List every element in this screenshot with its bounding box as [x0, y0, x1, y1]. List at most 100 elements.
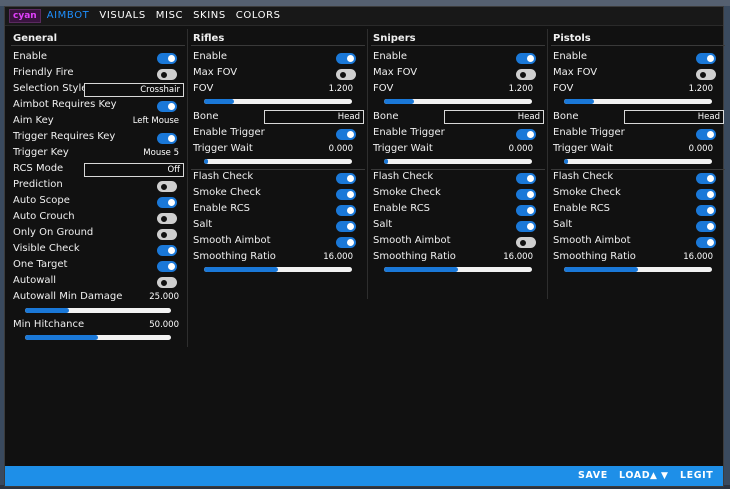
rifles-enable-toggle[interactable]: [336, 53, 356, 64]
one-target-label: One Target: [13, 259, 68, 270]
rifles-smoothing-ratio-slider[interactable]: [204, 267, 352, 272]
load-button[interactable]: LOAD: [619, 466, 650, 486]
rifles-flash-check-label: Flash Check: [193, 171, 254, 182]
save-button[interactable]: SAVE: [578, 466, 608, 486]
rifles-salt-toggle[interactable]: [336, 221, 356, 232]
trigger-requires-key-toggle[interactable]: [157, 133, 177, 144]
min-hitchance-slider[interactable]: [25, 335, 171, 340]
rifles-title: Rifles: [193, 33, 225, 44]
pistols-max-fov-toggle[interactable]: [696, 69, 716, 80]
pistols-fov-label: FOV: [553, 83, 574, 94]
tab-colors[interactable]: COLORS: [232, 7, 285, 25]
snipers-trigger-wait-label: Trigger Wait: [373, 143, 433, 154]
rifles-enable-label: Enable: [193, 51, 228, 62]
toggle-knob: [519, 70, 527, 79]
toggle-knob: [168, 103, 175, 110]
tab-aimbot[interactable]: AIMBOT: [43, 7, 94, 25]
pistols-enable-trigger-toggle[interactable]: [696, 129, 716, 140]
only-on-ground-toggle[interactable]: [157, 229, 177, 240]
section-divider: [191, 45, 365, 46]
trigger-key-label: Trigger Key: [13, 147, 69, 158]
toggle-knob: [707, 191, 714, 198]
toggle-knob: [527, 223, 534, 230]
toggle-knob: [168, 199, 175, 206]
slider-fill: [204, 267, 278, 272]
pistols-enable-toggle[interactable]: [696, 53, 716, 64]
rifles-fov-value: 1.200: [328, 84, 353, 94]
rifles-flash-check-toggle[interactable]: [336, 173, 356, 184]
rifles-trigger-wait-value: 0.000: [328, 144, 353, 154]
snipers-salt-label: Salt: [373, 219, 393, 230]
rifles-bone-label: Bone: [193, 111, 219, 122]
snipers-flash-check-toggle[interactable]: [516, 173, 536, 184]
arrow-up-icon[interactable]: ▲: [650, 466, 658, 486]
column-separator: [367, 29, 368, 299]
rifles-enable-rcs-toggle[interactable]: [336, 205, 356, 216]
toggle-knob: [347, 239, 354, 246]
toggle-knob: [347, 131, 354, 138]
section-divider: [551, 169, 725, 170]
pistols-smoothing-ratio-slider[interactable]: [564, 267, 712, 272]
friendly-fire-toggle[interactable]: [157, 69, 177, 80]
rifles-bone-dropdown[interactable]: Head: [264, 110, 364, 124]
snipers-smoke-check-toggle[interactable]: [516, 189, 536, 200]
pistols-fov-slider[interactable]: [564, 99, 712, 104]
snipers-max-fov-toggle[interactable]: [516, 69, 536, 80]
rifles-smooth-aimbot-toggle[interactable]: [336, 237, 356, 248]
rifles-max-fov-toggle[interactable]: [336, 69, 356, 80]
rifles-smoke-check-toggle[interactable]: [336, 189, 356, 200]
snipers-fov-label: FOV: [373, 83, 394, 94]
pistols-bone-dropdown[interactable]: Head: [624, 110, 724, 124]
pistols-salt-label: Salt: [553, 219, 573, 230]
snipers-trigger-wait-slider[interactable]: [384, 159, 532, 164]
snipers-bone-dropdown[interactable]: Head: [444, 110, 544, 124]
aimbot-requires-key-label: Aimbot Requires Key: [13, 99, 117, 110]
autowall-toggle[interactable]: [157, 277, 177, 288]
snipers-enable-trigger-toggle[interactable]: [516, 129, 536, 140]
auto-crouch-toggle[interactable]: [157, 213, 177, 224]
snipers-smoothing-ratio-slider[interactable]: [384, 267, 532, 272]
one-target-toggle[interactable]: [157, 261, 177, 272]
aimbot-requires-key-toggle[interactable]: [157, 101, 177, 112]
only-on-ground-label: Only On Ground: [13, 227, 94, 238]
pistols-smooth-aimbot-toggle[interactable]: [696, 237, 716, 248]
snipers-enable-rcs-label: Enable RCS: [373, 203, 431, 214]
autowall-min-damage-slider[interactable]: [25, 308, 171, 313]
tab-bar: cyan AIMBOT VISUALS MISC SKINS COLORS: [5, 7, 723, 26]
rifles-fov-slider[interactable]: [204, 99, 352, 104]
snipers-salt-toggle[interactable]: [516, 221, 536, 232]
selection-style-dropdown[interactable]: Crosshair: [84, 83, 184, 97]
arrow-down-icon[interactable]: ▼: [661, 466, 669, 486]
tab-skins[interactable]: SKINS: [189, 7, 230, 25]
snipers-smoothing-ratio-value: 16.000: [503, 252, 533, 262]
snipers-fov-slider[interactable]: [384, 99, 532, 104]
rifles-trigger-wait-slider[interactable]: [204, 159, 352, 164]
snipers-enable-toggle[interactable]: [516, 53, 536, 64]
rifles-trigger-wait-label: Trigger Wait: [193, 143, 253, 154]
tab-misc[interactable]: MISC: [152, 7, 187, 25]
pistols-salt-toggle[interactable]: [696, 221, 716, 232]
min-hitchance-label: Min Hitchance: [13, 319, 85, 330]
pistols-smoke-check-label: Smoke Check: [553, 187, 621, 198]
toggle-knob: [168, 55, 175, 62]
rifles-smooth-aimbot-label: Smooth Aimbot: [193, 235, 271, 246]
tab-visuals[interactable]: VISUALS: [95, 7, 149, 25]
snipers-enable-rcs-toggle[interactable]: [516, 205, 536, 216]
section-divider: [11, 45, 185, 46]
auto-scope-toggle[interactable]: [157, 197, 177, 208]
snipers-smooth-aimbot-toggle[interactable]: [516, 237, 536, 248]
toggle-knob: [707, 175, 714, 182]
slider-fill: [25, 335, 98, 340]
pistols-smoke-check-toggle[interactable]: [696, 189, 716, 200]
prediction-toggle[interactable]: [157, 181, 177, 192]
trigger-key-value: Mouse 5: [143, 148, 179, 158]
toggle-knob: [527, 55, 534, 62]
visible-check-toggle[interactable]: [157, 245, 177, 256]
pistols-enable-rcs-toggle[interactable]: [696, 205, 716, 216]
rifles-enable-trigger-toggle[interactable]: [336, 129, 356, 140]
rcs-mode-dropdown[interactable]: Off: [84, 163, 184, 177]
pistols-trigger-wait-slider[interactable]: [564, 159, 712, 164]
enable-toggle[interactable]: [157, 53, 177, 64]
toggle-knob: [699, 70, 707, 79]
pistols-flash-check-toggle[interactable]: [696, 173, 716, 184]
